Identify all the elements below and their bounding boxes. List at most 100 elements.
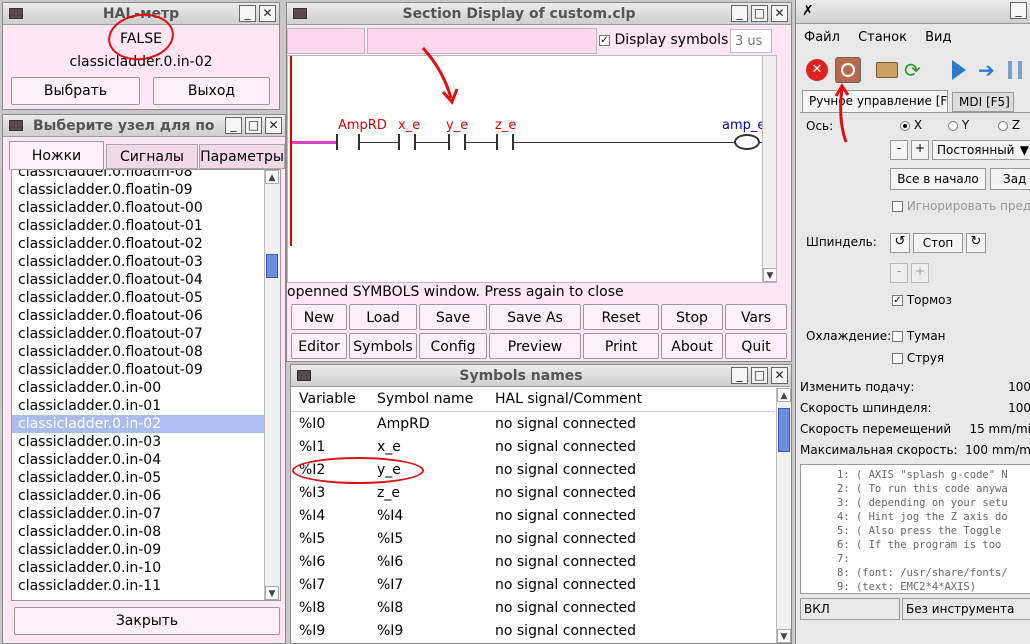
axis-z-radio[interactable]: Z: [998, 118, 1020, 132]
spindle-cw-icon[interactable]: ↻: [966, 233, 986, 253]
load-button[interactable]: Load: [349, 304, 417, 330]
cell-comment[interactable]: no signal connected: [495, 416, 636, 432]
close-icon[interactable]: ✕: [771, 367, 788, 384]
list-item[interactable]: classicladder.0.floatout-08: [12, 343, 264, 361]
axis-x-radio[interactable]: X: [900, 118, 922, 132]
section-comment-field[interactable]: [367, 28, 597, 54]
cell-sym[interactable]: %I8: [377, 600, 403, 616]
cell-var[interactable]: %I1: [299, 439, 325, 455]
contact-y[interactable]: [448, 134, 466, 150]
period-field[interactable]: [730, 29, 772, 53]
save-as-button[interactable]: Save As: [489, 304, 581, 330]
cell-comment[interactable]: no signal connected: [495, 462, 636, 478]
pause-icon[interactable]: [1008, 61, 1022, 79]
cell-comment[interactable]: no signal connected: [495, 623, 636, 639]
cell-comment[interactable]: no signal connected: [495, 577, 636, 593]
list-item[interactable]: classicladder.0.floatout-05: [12, 289, 264, 307]
minimize-icon[interactable]: _: [731, 367, 748, 384]
quit-button[interactable]: Quit: [725, 333, 787, 359]
node-picker-titlebar[interactable]: Выберите узел для пок _ □ ✕: [3, 115, 285, 137]
reset-button[interactable]: Reset: [583, 304, 659, 330]
exit-button[interactable]: Выход: [153, 77, 270, 105]
about-button[interactable]: About: [661, 333, 723, 359]
cell-var[interactable]: %I9: [299, 623, 325, 639]
table-row[interactable]: %I8 %I8 no signal connected: [291, 597, 775, 620]
ladder-scrollbar[interactable]: ▼: [762, 56, 776, 282]
preview-button[interactable]: Preview: [489, 333, 581, 359]
coil-amp-en[interactable]: [734, 134, 760, 150]
tab-params[interactable]: Параметры: [199, 144, 285, 169]
display-symbols-checkbox[interactable]: ✓ Display symbols: [599, 32, 728, 48]
step-icon[interactable]: ➔: [978, 59, 995, 81]
table-row[interactable]: %I5 %I5 no signal connected: [291, 528, 775, 551]
cell-var[interactable]: %I7: [299, 577, 325, 593]
brake-checkbox[interactable]: ✓ Тормоз: [892, 293, 952, 307]
select-button[interactable]: Выбрать: [11, 77, 140, 105]
list-item[interactable]: classicladder.0.in-04: [12, 451, 264, 469]
menu-machine[interactable]: Станок: [858, 30, 907, 45]
spindle-plus-button[interactable]: +: [911, 263, 929, 283]
close-icon[interactable]: ✕: [771, 5, 788, 22]
home-all-button[interactable]: Все в начало: [890, 168, 986, 190]
list-item[interactable]: classicladder.0.in-03: [12, 433, 264, 451]
list-item[interactable]: classicladder.0.floatout-02: [12, 235, 264, 253]
pin-list-scrollbar[interactable]: ▲ ▼: [264, 170, 280, 600]
contact-ampr[interactable]: [336, 134, 360, 150]
cell-sym[interactable]: z_e: [377, 485, 400, 501]
list-item[interactable]: classicladder.0.in-05: [12, 469, 264, 487]
table-row[interactable]: %I7 %I7 no signal connected: [291, 574, 775, 597]
scroll-down-icon[interactable]: ▼: [777, 629, 791, 643]
scroll-up-icon[interactable]: ▲: [265, 170, 279, 184]
table-row[interactable]: %I1 x_e no signal connected: [291, 436, 775, 459]
close-icon[interactable]: ✕: [259, 5, 276, 22]
reload-icon[interactable]: ⟳: [904, 59, 921, 81]
tab-pins[interactable]: Ножки: [9, 141, 104, 170]
close-icon[interactable]: ✕: [265, 117, 282, 134]
config-button[interactable]: Config: [419, 333, 487, 359]
spindle-stop-button[interactable]: Стоп: [913, 233, 963, 253]
column-variable[interactable]: Variable: [299, 391, 356, 407]
editor-button[interactable]: Editor: [291, 333, 347, 359]
jog-mode-select[interactable]: Постоянный ▼: [932, 140, 1030, 160]
cell-comment[interactable]: no signal connected: [495, 439, 636, 455]
estop-icon[interactable]: ✕: [806, 59, 828, 81]
mist-checkbox[interactable]: Туман: [892, 329, 946, 343]
scroll-up-icon[interactable]: ▲: [777, 388, 791, 402]
list-item[interactable]: classicladder.0.floatout-07: [12, 325, 264, 343]
window-menu-icon[interactable]: [293, 8, 307, 19]
column-symbol[interactable]: Symbol name: [377, 391, 473, 407]
tab-mdi[interactable]: MDI [F5]: [952, 92, 1014, 112]
menu-view[interactable]: Вид: [925, 30, 951, 45]
list-item[interactable]: classicladder.0.in-11: [12, 577, 264, 595]
save-button[interactable]: Save: [419, 304, 487, 330]
cell-var[interactable]: %I6: [299, 554, 325, 570]
list-item[interactable]: classicladder.0.floatout-00: [12, 199, 264, 217]
list-item[interactable]: classicladder.0.floatout-06: [12, 307, 264, 325]
run-icon[interactable]: [952, 60, 966, 80]
axis-app-icon[interactable]: ✗: [802, 3, 814, 19]
column-comment[interactable]: HAL signal/Comment: [495, 391, 642, 407]
list-item[interactable]: classicladder.0.floatin-09: [12, 181, 264, 199]
scroll-thumb[interactable]: [778, 408, 790, 452]
axis-y-radio[interactable]: Y: [948, 118, 969, 132]
scroll-down-icon[interactable]: ▼: [265, 586, 279, 600]
minimize-icon[interactable]: _: [239, 5, 256, 22]
section-name-field[interactable]: [287, 28, 365, 54]
ladder-canvas[interactable]: AmpRD x_e y_e z_e amp_en ▼: [287, 55, 777, 283]
cell-sym[interactable]: AmpRD: [377, 416, 430, 432]
list-item[interactable]: classicladder.0.in-10: [12, 559, 264, 577]
contact-z[interactable]: [496, 134, 514, 150]
cell-var[interactable]: %I0: [299, 416, 325, 432]
symbols-scrollbar[interactable]: ▲ ▼: [776, 388, 791, 643]
list-item[interactable]: classicladder.0.in-08: [12, 523, 264, 541]
cell-sym[interactable]: %I4: [377, 508, 403, 524]
spindle-ccw-icon[interactable]: ↺: [890, 233, 910, 253]
cell-comment[interactable]: no signal connected: [495, 600, 636, 616]
list-item[interactable]: classicladder.0.in-06: [12, 487, 264, 505]
table-row[interactable]: %I4 %I4 no signal connected: [291, 505, 775, 528]
cell-sym[interactable]: %I9: [377, 623, 403, 639]
stop-button[interactable]: Stop: [661, 304, 723, 330]
list-item[interactable]: classicladder.0.floatout-04: [12, 271, 264, 289]
tab-manual[interactable]: Ручное управление [F3]: [802, 90, 948, 112]
new-button[interactable]: New: [291, 304, 347, 330]
